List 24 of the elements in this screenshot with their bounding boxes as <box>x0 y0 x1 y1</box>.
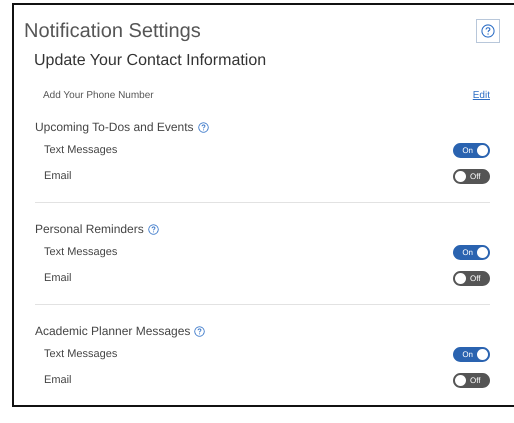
toggle-switch[interactable]: Off <box>453 168 490 184</box>
toggle-switch[interactable]: Off <box>453 372 490 388</box>
help-button[interactable] <box>476 19 500 43</box>
group-title: Academic Planner Messages <box>35 324 190 338</box>
group-title: Upcoming To-Dos and Events <box>35 120 194 134</box>
help-icon[interactable] <box>481 24 495 38</box>
phone-label: Add Your Phone Number <box>43 90 154 101</box>
setting-label: Text Messages <box>44 144 118 156</box>
setting-label: Text Messages <box>44 246 118 258</box>
toggle-switch[interactable]: On <box>453 346 490 362</box>
help-icon[interactable] <box>194 326 206 336</box>
section-heading: Update Your Contact Information <box>34 52 268 70</box>
edit-link[interactable]: Edit <box>472 90 490 101</box>
help-icon[interactable] <box>148 224 159 234</box>
setting-label: Email <box>44 170 72 182</box>
group-title: Personal Reminders <box>35 222 144 236</box>
toggle-switch[interactable]: On <box>453 142 490 158</box>
toggle-switch[interactable]: Off <box>453 270 490 286</box>
setting-label: Email <box>44 272 72 284</box>
setting-label: Text Messages <box>44 348 118 360</box>
setting-label: Email <box>44 374 72 386</box>
toggle-switch[interactable]: On <box>453 244 490 260</box>
help-icon[interactable] <box>198 122 209 132</box>
page-title: Notification Settings <box>24 20 201 42</box>
